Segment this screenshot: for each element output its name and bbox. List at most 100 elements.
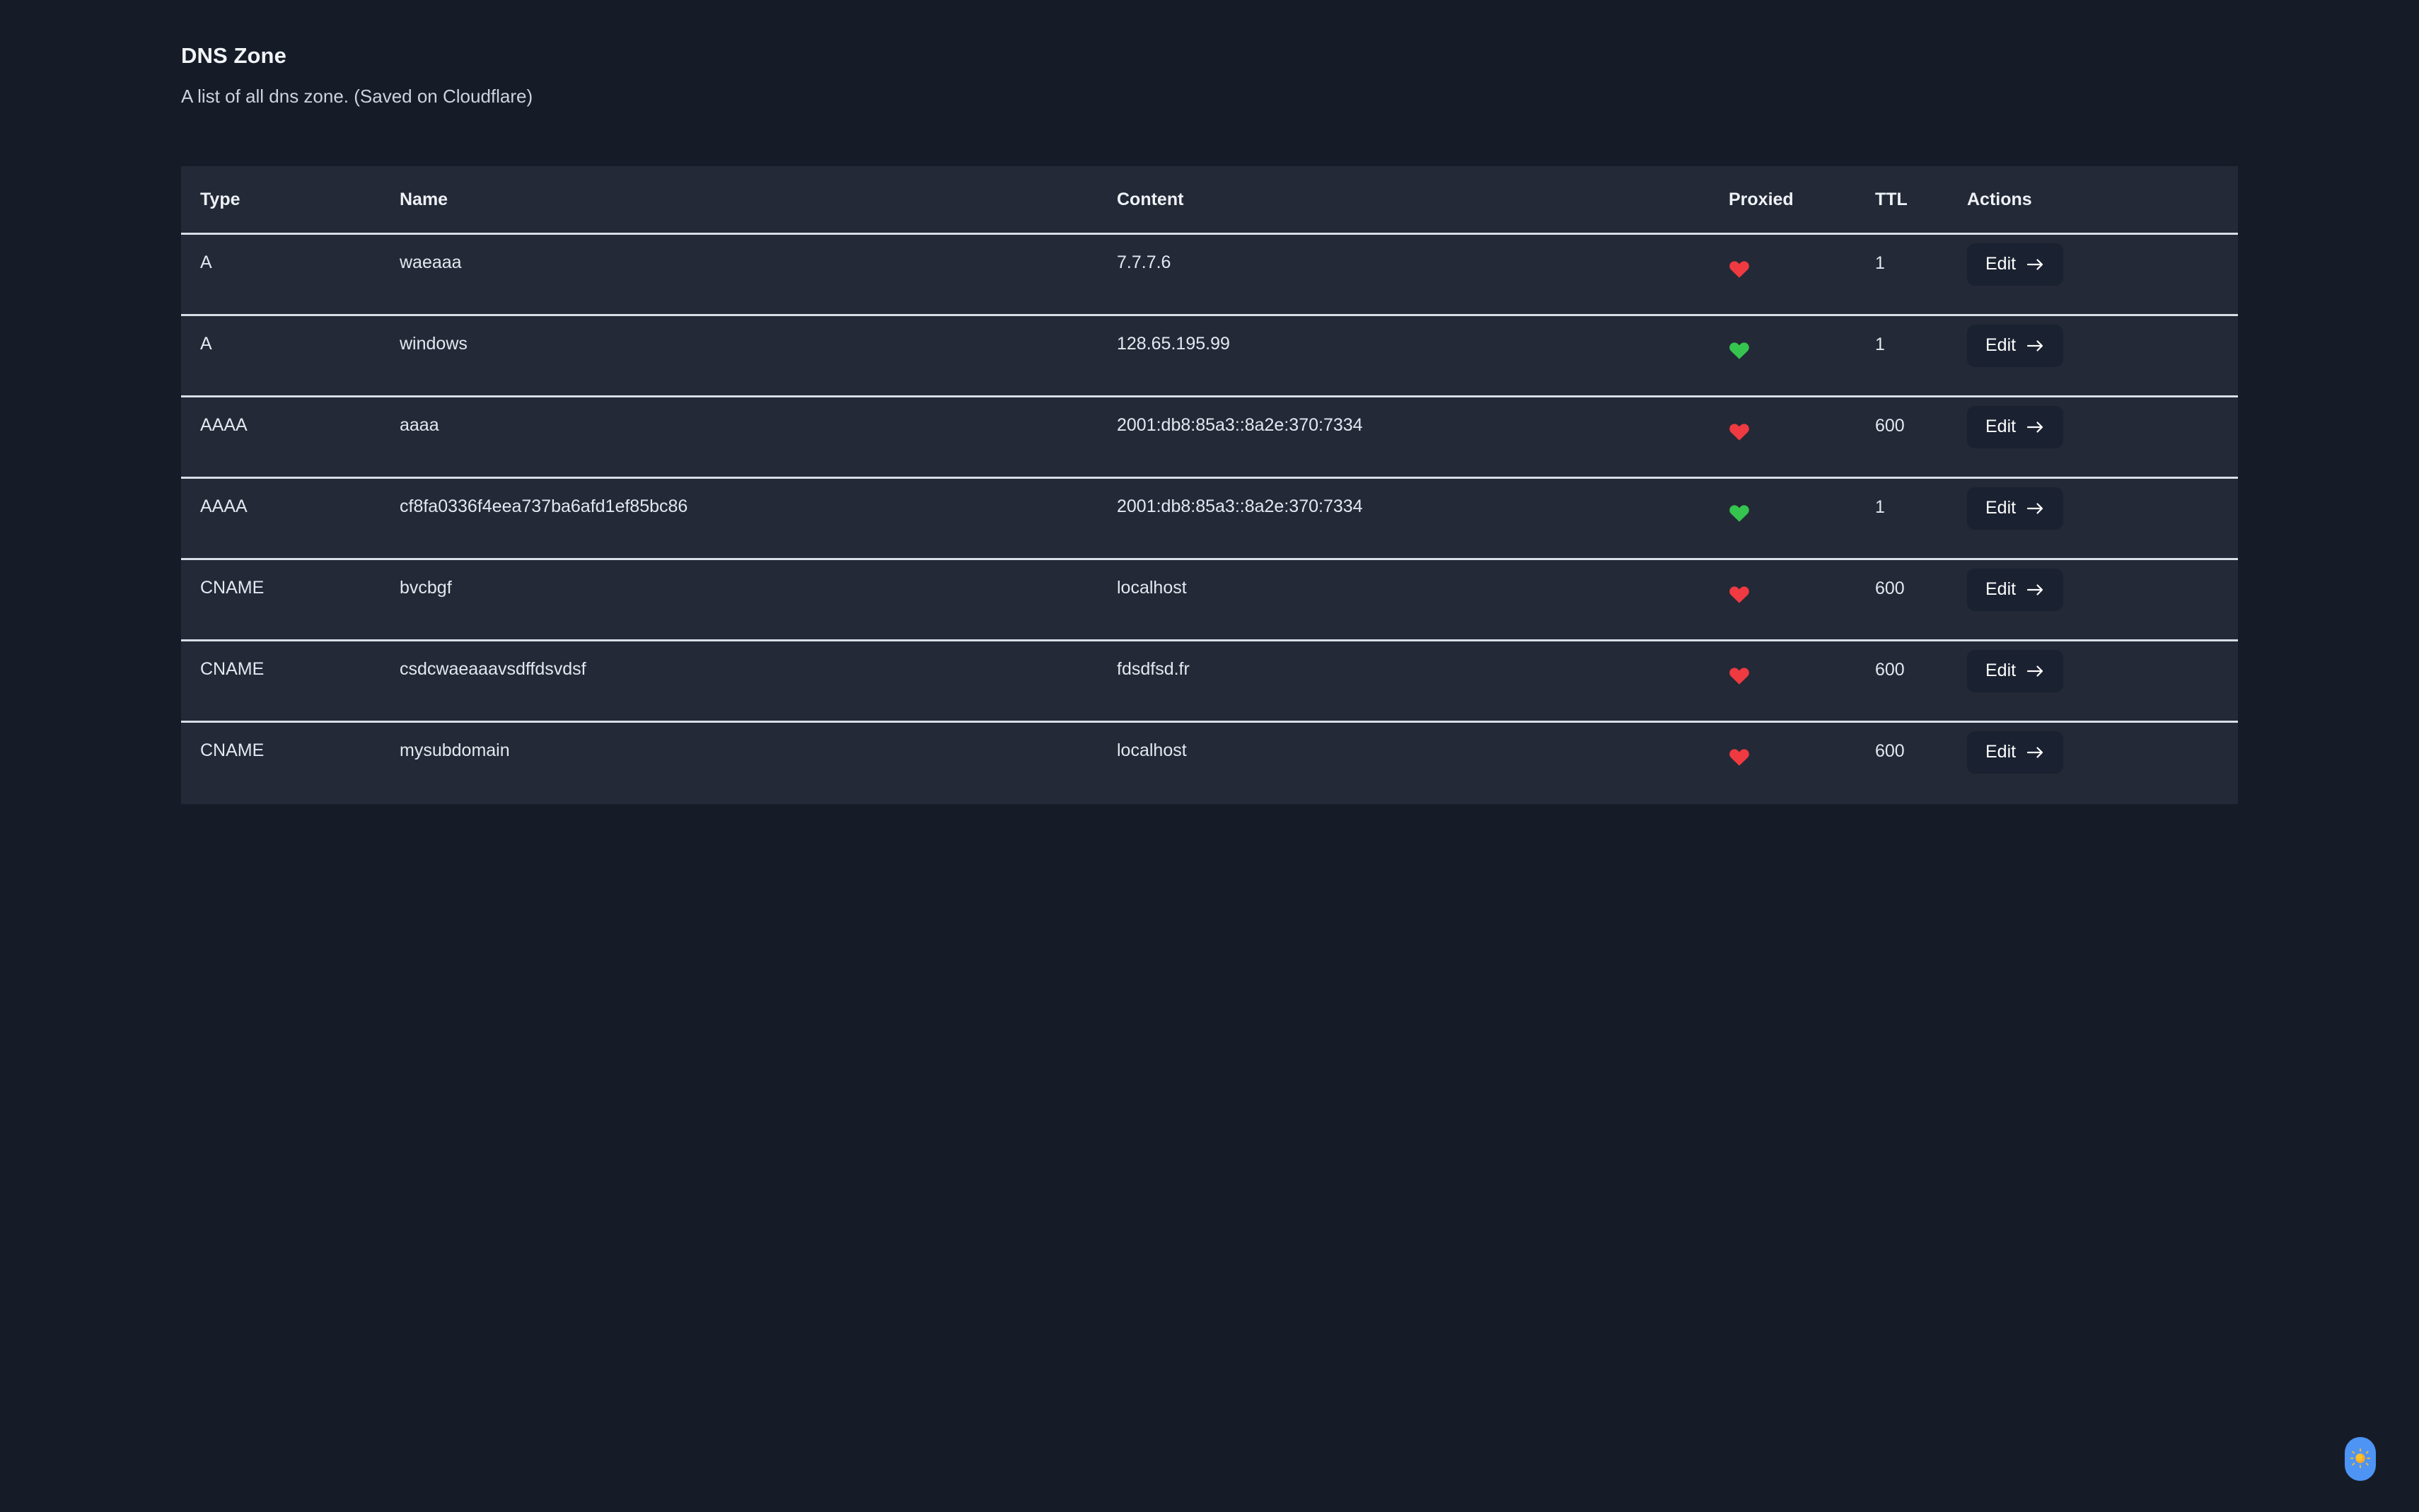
cell-ttl: 1 [1867, 315, 1948, 397]
heart-icon [1729, 421, 1750, 441]
cell-proxied [1707, 559, 1867, 641]
cell-proxied [1707, 315, 1867, 397]
cell-type: A [181, 315, 386, 397]
table-header-row: Type Name Content Proxied TTL Actions [181, 166, 2238, 234]
heart-icon [1729, 584, 1750, 604]
cell-name: bvcbgf [386, 559, 1103, 641]
cell-content: 2001:db8:85a3::8a2e:370:7334 [1103, 478, 1707, 559]
arrow-right-icon [2026, 501, 2045, 516]
edit-button[interactable]: Edit [1967, 243, 2063, 286]
cell-proxied [1707, 234, 1867, 315]
sun-icon [2350, 1448, 2371, 1471]
arrow-right-icon [2026, 257, 2045, 272]
cell-name: waeaaa [386, 234, 1103, 315]
column-header-content: Content [1103, 166, 1707, 234]
table-row: CNAMEcsdcwaeaaavsdffdsvdsffdsdfsd.fr 600 E… [181, 641, 2238, 722]
heart-icon [1729, 747, 1750, 767]
page-subtitle: A list of all dns zone. (Saved on Cloudf… [181, 85, 533, 109]
table-row: CNAMEbvcbgflocalhost 600 Edit [181, 559, 2238, 641]
edit-button[interactable]: Edit [1967, 569, 2063, 611]
cell-name: csdcwaeaaavsdffdsvdsf [386, 641, 1103, 722]
cell-content: fdsdfsd.fr [1103, 641, 1707, 722]
cell-type: CNAME [181, 559, 386, 641]
cell-actions: Edit [1948, 234, 2238, 315]
cell-ttl: 600 [1867, 559, 1948, 641]
arrow-right-icon [2026, 664, 2045, 678]
ttl-value: 600 [1875, 580, 1905, 598]
arrow-right-icon [2026, 745, 2045, 760]
edit-button[interactable]: Edit [1967, 487, 2063, 530]
table-row: Awaeaaa7.7.7.6 1 Edit [181, 234, 2238, 315]
edit-button-label: Edit [1985, 581, 2016, 598]
dns-records-table-container: Type Name Content Proxied TTL Actions Aw… [181, 166, 2238, 804]
edit-button-label: Edit [1985, 418, 2016, 436]
arrow-right-icon [2026, 339, 2045, 353]
cell-actions: Edit [1948, 478, 2238, 559]
cell-actions: Edit [1948, 315, 2238, 397]
edit-button-label: Edit [1985, 743, 2016, 761]
heart-icon [1729, 665, 1750, 685]
cell-type: CNAME [181, 641, 386, 722]
table-row: AAAAcf8fa0336f4eea737ba6afd1ef85bc862001… [181, 478, 2238, 559]
heart-icon [1729, 340, 1750, 360]
table-row: AAAAaaaa2001:db8:85a3::8a2e:370:7334 600 E… [181, 397, 2238, 478]
page-title: DNS Zone [181, 42, 533, 70]
cell-content: 128.65.195.99 [1103, 315, 1707, 397]
dns-zone-page: DNS Zone A list of all dns zone. (Saved … [0, 0, 2419, 1512]
cell-proxied [1707, 641, 1867, 722]
cell-ttl: 600 [1867, 397, 1948, 478]
page-header: DNS Zone A list of all dns zone. (Saved … [181, 42, 533, 109]
ttl-value: 600 [1875, 417, 1905, 435]
cell-actions: Edit [1948, 722, 2238, 805]
cell-content: localhost [1103, 559, 1707, 641]
edit-button[interactable]: Edit [1967, 731, 2063, 774]
heart-icon [1729, 259, 1750, 279]
column-header-proxied: Proxied [1707, 166, 1867, 234]
cell-ttl: 1 [1867, 478, 1948, 559]
cell-type: AAAA [181, 478, 386, 559]
cell-actions: Edit [1948, 397, 2238, 478]
cell-type: CNAME [181, 722, 386, 805]
edit-button-label: Edit [1985, 499, 2016, 517]
cell-ttl: 600 [1867, 722, 1948, 805]
edit-button[interactable]: Edit [1967, 650, 2063, 692]
column-header-actions: Actions [1948, 166, 2238, 234]
cell-name: cf8fa0336f4eea737ba6afd1ef85bc86 [386, 478, 1103, 559]
heart-icon [1729, 503, 1750, 523]
cell-proxied [1707, 478, 1867, 559]
column-header-type: Type [181, 166, 386, 234]
edit-button[interactable]: Edit [1967, 325, 2063, 367]
table-body: Awaeaaa7.7.7.61EditAwindows128.65.195.99… [181, 234, 2238, 805]
cell-actions: Edit [1948, 559, 2238, 641]
cell-name: aaaa [386, 397, 1103, 478]
cell-content: 7.7.7.6 [1103, 234, 1707, 315]
arrow-right-icon [2026, 583, 2045, 597]
cell-ttl: 1 [1867, 234, 1948, 315]
edit-button-label: Edit [1985, 337, 2016, 354]
cell-ttl: 600 [1867, 641, 1948, 722]
cell-type: A [181, 234, 386, 315]
ttl-value: 1 [1875, 499, 1885, 516]
ttl-value: 600 [1875, 743, 1905, 760]
arrow-right-icon [2026, 420, 2045, 434]
cell-content: localhost [1103, 722, 1707, 805]
table-row: CNAMEmysubdomainlocalhost 600 Edit [181, 722, 2238, 805]
edit-button-label: Edit [1985, 255, 2016, 273]
column-header-name: Name [386, 166, 1103, 234]
dns-records-table: Type Name Content Proxied TTL Actions Aw… [181, 166, 2238, 804]
cell-name: mysubdomain [386, 722, 1103, 805]
cell-name: windows [386, 315, 1103, 397]
table-header: Type Name Content Proxied TTL Actions [181, 166, 2238, 234]
table-row: Awindows128.65.195.99 1 Edit [181, 315, 2238, 397]
edit-button-label: Edit [1985, 662, 2016, 680]
ttl-value: 1 [1875, 255, 1885, 272]
edit-button[interactable]: Edit [1967, 406, 2063, 448]
cell-type: AAAA [181, 397, 386, 478]
cell-content: 2001:db8:85a3::8a2e:370:7334 [1103, 397, 1707, 478]
cell-proxied [1707, 722, 1867, 805]
ttl-value: 1 [1875, 336, 1885, 354]
ttl-value: 600 [1875, 661, 1905, 679]
cell-actions: Edit [1948, 641, 2238, 722]
cell-proxied [1707, 397, 1867, 478]
theme-toggle-button[interactable] [2345, 1437, 2376, 1481]
